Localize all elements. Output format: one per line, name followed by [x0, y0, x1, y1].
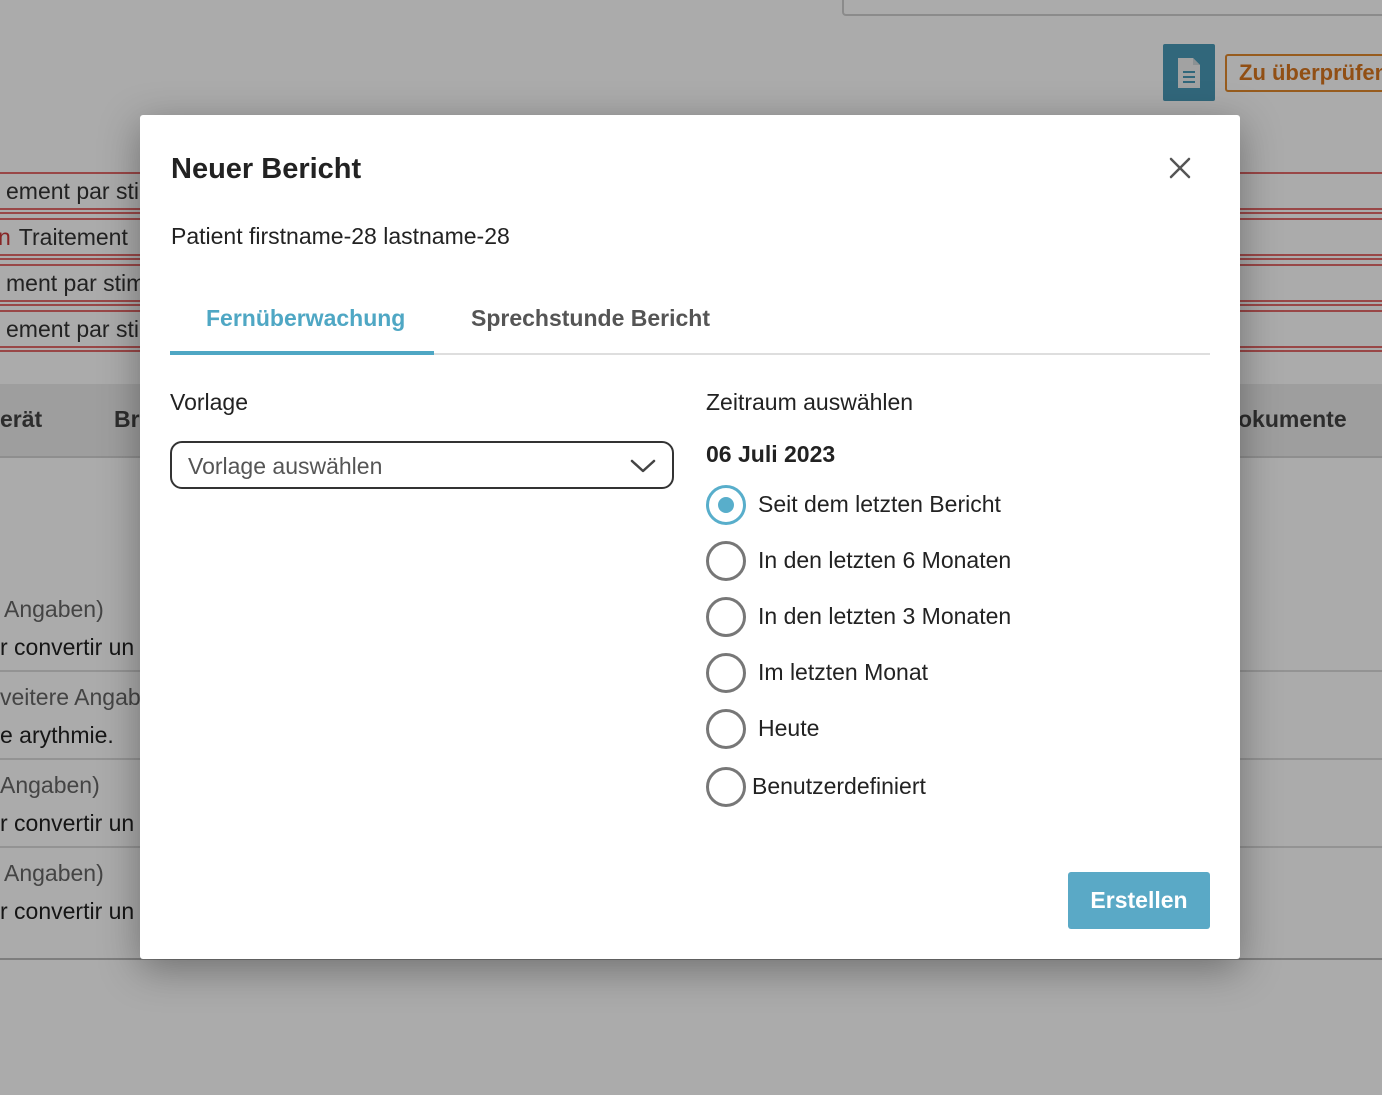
radio-label: Benutzerdefiniert	[752, 773, 926, 799]
active-tab-indicator	[170, 351, 434, 355]
radio-label: Im letzten Monat	[758, 659, 929, 685]
report-tabs: Fernüberwachung Sprechstunde Bericht	[170, 291, 1210, 355]
radio-label: Heute	[758, 715, 820, 741]
new-report-dialog: Neuer Bericht Patient firstname-28 lastn…	[140, 115, 1240, 959]
template-select[interactable]: Vorlage auswählen	[170, 441, 674, 489]
radio-button[interactable]	[706, 767, 746, 807]
create-button[interactable]: Erstellen	[1068, 872, 1210, 929]
tab-consultation-report[interactable]: Sprechstunde Bericht	[471, 305, 710, 332]
dialog-title: Neuer Bericht	[171, 153, 362, 185]
patient-name: Patient firstname-28 lastname-28	[171, 223, 510, 249]
radio-label: Seit dem letzten Bericht	[758, 491, 1001, 517]
tab-remote-monitoring[interactable]: Fernüberwachung	[206, 305, 405, 332]
radio-button-checked[interactable]	[706, 485, 746, 525]
chevron-down-icon	[630, 459, 656, 473]
close-button[interactable]	[1164, 152, 1196, 184]
radio-button[interactable]	[706, 541, 746, 581]
period-date: 06 Juli 2023	[706, 441, 836, 467]
template-label: Vorlage	[170, 389, 249, 415]
close-icon	[1169, 157, 1191, 179]
radio-button[interactable]	[706, 709, 746, 749]
radio-label: In den letzten 3 Monaten	[758, 603, 1012, 629]
period-label: Zeitraum auswählen	[706, 389, 914, 415]
radio-button[interactable]	[706, 653, 746, 693]
radio-label: In den letzten 6 Monaten	[758, 547, 1012, 573]
template-select-placeholder: Vorlage auswählen	[188, 453, 383, 479]
radio-button[interactable]	[706, 597, 746, 637]
